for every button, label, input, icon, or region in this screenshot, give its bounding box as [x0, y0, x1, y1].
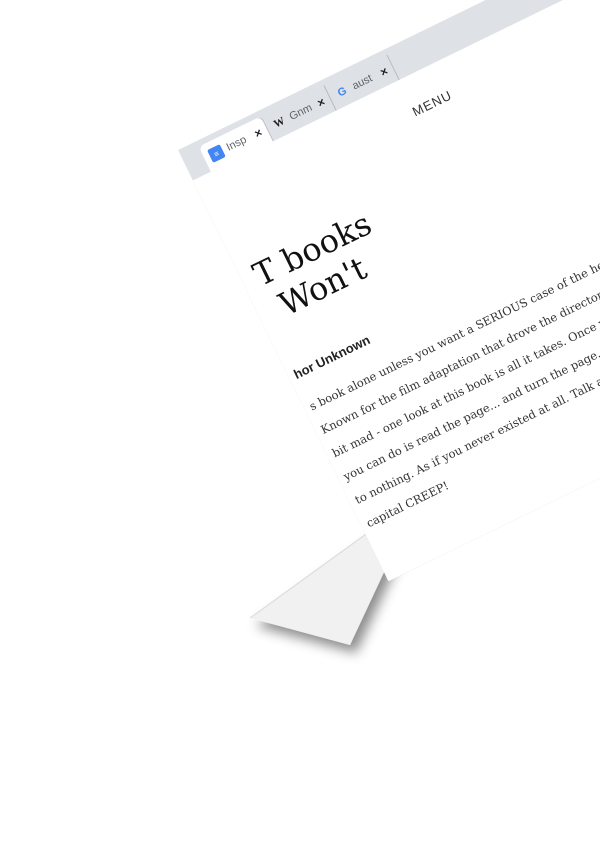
menu-button[interactable]: MENU [410, 87, 455, 119]
close-icon[interactable]: × [378, 64, 390, 80]
close-icon[interactable]: × [315, 95, 327, 111]
close-icon[interactable]: × [252, 125, 264, 141]
google-icon: G [335, 84, 349, 100]
tab-label: aust [350, 72, 375, 93]
wikipedia-icon: W [271, 115, 287, 131]
article-headline: T books Won't [247, 204, 378, 329]
photo-of-folded-printout: ≡ Insp × W Gnm × G aust × MENU T books W… [0, 0, 600, 850]
tab-label: Gnm [287, 101, 315, 123]
tab-label: Insp [224, 133, 249, 154]
docs-icon: ≡ [207, 144, 226, 163]
